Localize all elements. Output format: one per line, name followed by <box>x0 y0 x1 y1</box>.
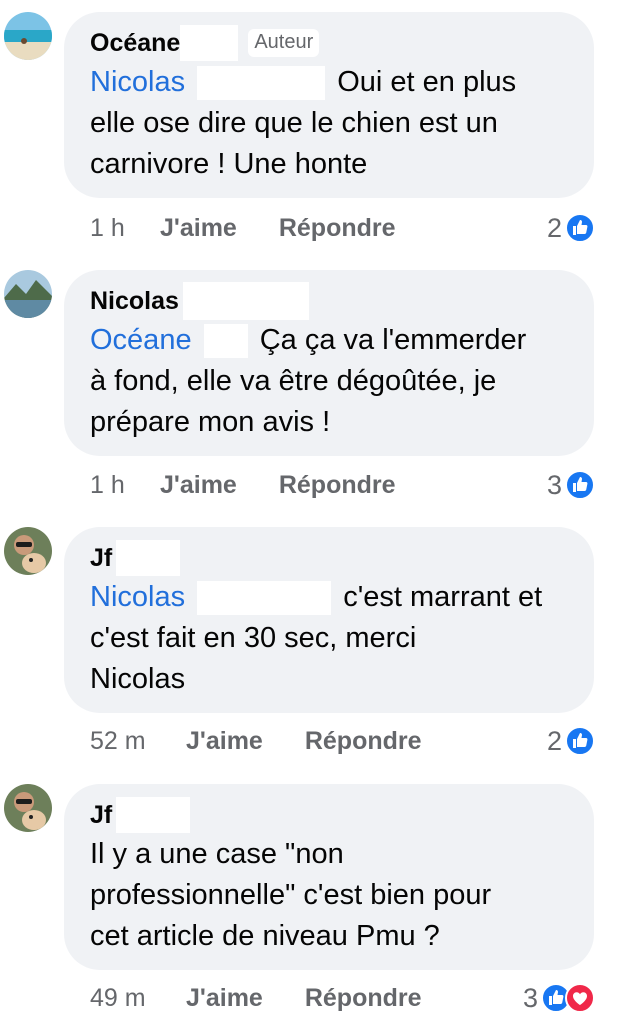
comment-author[interactable]: Nicolas <box>90 287 179 316</box>
comment-line: c'est marrant et <box>343 581 543 613</box>
comment-actions: 49 m J'aime Répondre 3 <box>90 978 595 1018</box>
lake-photo-icon <box>4 270 52 318</box>
comment-time[interactable]: 1 h <box>90 471 160 500</box>
mention-link[interactable]: Nicolas <box>90 66 185 98</box>
comment-author[interactable]: Océane <box>90 29 180 58</box>
comment-actions: 1 h J'aime Répondre 2 <box>90 208 595 248</box>
comment-bubble: Océane Auteur Nicolas Oui et en plus ell… <box>64 12 594 198</box>
author-badge: Auteur <box>248 29 320 57</box>
reaction-count[interactable]: 3 <box>523 983 538 1014</box>
man-with-dog-photo-icon <box>4 784 52 832</box>
comment-author[interactable]: Jf <box>90 801 112 830</box>
comment-line: Ça ça va l'emmerder <box>259 324 527 356</box>
avatar[interactable] <box>4 784 52 832</box>
comment-text: Nicolas c'est marrant et c'est fait en 3… <box>90 577 570 700</box>
comment-time[interactable]: 1 h <box>90 214 160 243</box>
mention-link[interactable]: Nicolas <box>90 581 185 613</box>
comment-line: c'est fait en 30 sec, merci <box>90 622 417 654</box>
redacted-name <box>182 282 309 320</box>
reply-button[interactable]: Répondre <box>279 214 396 243</box>
comment-line: elle ose dire que le chien est un <box>90 107 498 139</box>
comment-bubble: Nicolas Océane Ça ça va l'emmerder à fon… <box>64 270 594 456</box>
redacted-name <box>197 66 326 101</box>
like-button[interactable]: J'aime <box>186 727 263 756</box>
comment-time[interactable]: 52 m <box>90 727 186 756</box>
comment-line: carnivore ! Une honte <box>90 148 368 180</box>
comment-actions: 52 m J'aime Répondre 2 <box>90 721 595 761</box>
comment-text: Nicolas Oui et en plus elle ose dire que… <box>90 62 570 185</box>
like-icon[interactable] <box>565 213 595 243</box>
comment-line: Il y a une case "non <box>90 838 344 870</box>
comment-text: Océane Ça ça va l'emmerder à fond, elle … <box>90 320 570 443</box>
avatar[interactable] <box>4 527 52 575</box>
comment-line: Nicolas <box>90 663 186 695</box>
like-icon[interactable] <box>565 726 595 756</box>
reply-button[interactable]: Répondre <box>305 984 422 1013</box>
redacted-name <box>203 324 248 359</box>
reaction-count[interactable]: 3 <box>547 470 562 501</box>
comment-bubble: Jf Il y a une case "non professionnelle"… <box>64 784 594 970</box>
love-icon[interactable] <box>565 983 595 1013</box>
like-button[interactable]: J'aime <box>160 471 237 500</box>
comment-time[interactable]: 49 m <box>90 984 186 1013</box>
beach-photo-icon <box>4 12 52 60</box>
comment-line: à fond, elle va être dégoûtée, je <box>90 365 497 397</box>
comment-line: professionnelle" c'est bien pour <box>90 879 492 911</box>
man-with-dog-photo-icon <box>4 527 52 575</box>
comment-line: cet article de niveau Pmu ? <box>90 920 440 952</box>
comment-line: Oui et en plus <box>337 66 517 98</box>
avatar[interactable] <box>4 12 52 60</box>
reaction-count[interactable]: 2 <box>547 213 562 244</box>
redacted-name <box>116 540 181 576</box>
reply-button[interactable]: Répondre <box>279 471 396 500</box>
comment-author[interactable]: Jf <box>90 544 112 573</box>
reply-button[interactable]: Répondre <box>305 727 422 756</box>
mention-link[interactable]: Océane <box>90 324 192 356</box>
avatar[interactable] <box>4 270 52 318</box>
like-button[interactable]: J'aime <box>160 214 237 243</box>
comment-text: Il y a une case "non professionnelle" c'… <box>90 834 570 957</box>
redacted-name <box>197 581 332 616</box>
comment-line: prépare mon avis ! <box>90 406 331 438</box>
like-button[interactable]: J'aime <box>186 984 263 1013</box>
redacted-name <box>180 25 239 61</box>
like-icon[interactable] <box>565 470 595 500</box>
redacted-name <box>116 797 191 833</box>
comment-actions: 1 h J'aime Répondre 3 <box>90 465 595 505</box>
reaction-count[interactable]: 2 <box>547 726 562 757</box>
comment-bubble: Jf Nicolas c'est marrant et c'est fait e… <box>64 527 594 713</box>
